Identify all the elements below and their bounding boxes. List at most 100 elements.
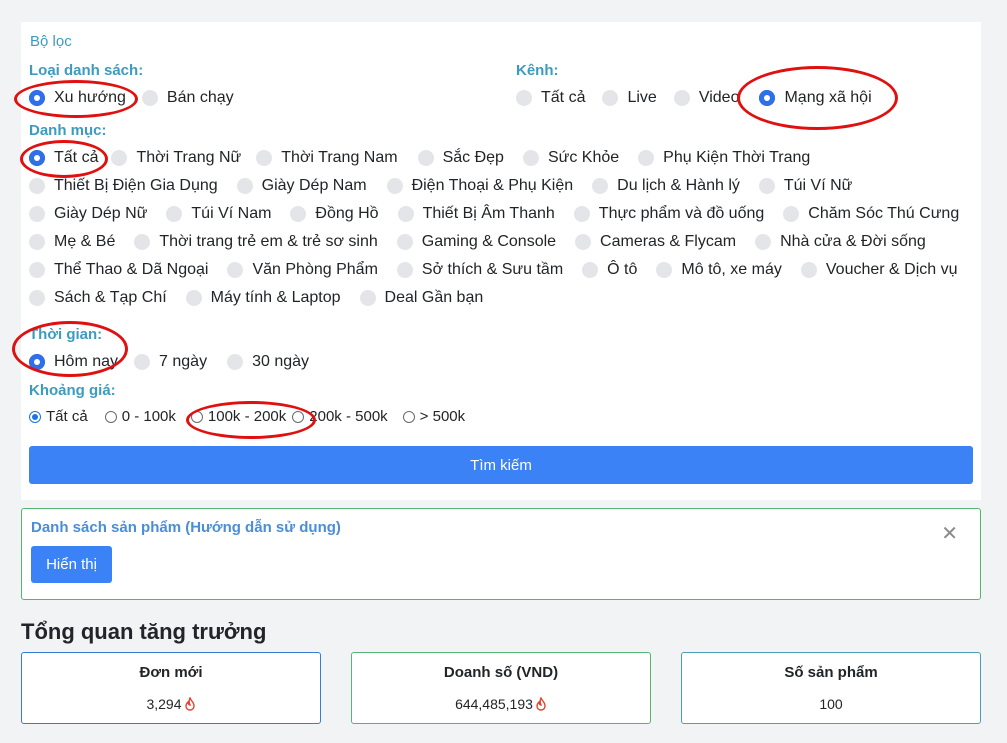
radio-icon [396, 262, 413, 278]
price-100k-200k-radio[interactable]: 100k - 200k [190, 408, 286, 425]
list-type-bestseller-radio[interactable]: Bán chạy [141, 89, 234, 107]
stat-value: 3,294 [146, 696, 182, 712]
radio-label: Voucher & Dịch vụ [825, 261, 958, 278]
category-radio[interactable]: Túi Ví Nữ [758, 177, 853, 195]
stat-value-row: 644,485,193 [352, 696, 650, 712]
channel-all-radio[interactable]: Tất cả [516, 89, 585, 107]
category-radio[interactable]: Deal Gần bạn [359, 289, 483, 307]
category-label: Danh mục: [29, 122, 107, 139]
time-label: Thời gian: [29, 326, 103, 343]
category-radio[interactable]: Du lịch & Hành lý [592, 177, 740, 195]
price-0-100k-radio[interactable]: 0 - 100k [104, 408, 176, 425]
radio-icon [417, 150, 434, 166]
list-type-trending-radio[interactable]: Xu hướng [29, 89, 126, 107]
radio-selected-icon [29, 90, 45, 106]
time-today-radio[interactable]: Hôm nay [29, 353, 118, 371]
radio-icon [402, 410, 415, 423]
channel-live-radio[interactable]: Live [602, 89, 657, 107]
radio-icon [582, 262, 599, 278]
radio-label: Nhà cửa & Đời sống [780, 233, 926, 250]
radio-icon [227, 262, 244, 278]
category-radio[interactable]: Thời trang trẻ em & trẻ sơ sinh [134, 233, 378, 251]
category-radio[interactable]: Sắc Đẹp [417, 149, 504, 167]
category-radio[interactable]: Giày Dép Nữ [29, 205, 147, 223]
radio-label: > 500k [419, 408, 466, 425]
stat-label: Doanh số (VND) [443, 664, 559, 681]
category-radio[interactable]: Máy tính & Laptop [185, 289, 341, 307]
radio-label: Du lịch & Hành lý [617, 177, 740, 194]
category-radio[interactable]: Sức Khỏe [522, 149, 620, 167]
price-over-500k-radio[interactable]: > 500k [402, 408, 466, 425]
category-radio[interactable]: Thể Thao & Dã Ngoại [29, 261, 208, 279]
category-radio[interactable]: Sở thích & Sưu tầm [396, 261, 563, 279]
category-radio[interactable]: Giày Dép Nam [236, 177, 367, 195]
category-radio[interactable]: Ô tô [582, 261, 637, 279]
category-radio[interactable]: Voucher & Dịch vụ [800, 261, 958, 279]
flame-icon [184, 697, 195, 711]
radio-label: Sức Khỏe [547, 149, 620, 166]
radio-label: Túi Ví Nữ [783, 177, 853, 194]
search-button[interactable]: Tìm kiếm [29, 446, 973, 484]
overview-title: Tổng quan tăng trưởng [21, 619, 267, 644]
category-radio[interactable]: Mô tô, xe máy [656, 261, 782, 279]
radio-label: Thể Thao & Dã Ngoại [54, 261, 209, 278]
time-30days-radio[interactable]: 30 ngày [227, 353, 309, 371]
category-row-2: Thiết Bị Điện Gia Dụng Giày Dép Nam Điện… [29, 177, 867, 195]
radio-label: Thời Trang Nam [281, 149, 398, 166]
category-all-radio[interactable]: Tất cả [29, 149, 98, 167]
category-row-1: Tất cả Thời Trang Nữ Thời Trang Nam Sắc … [29, 149, 825, 167]
radio-label: Văn Phòng Phẩm [252, 261, 378, 278]
radio-icon [290, 206, 307, 222]
category-radio[interactable]: Văn Phòng Phẩm [227, 261, 378, 279]
category-radio[interactable]: Điện Thoại & Phụ Kiện [386, 177, 573, 195]
radio-label: Thực phẩm và đồ uống [598, 205, 765, 222]
price-200k-500k-radio[interactable]: 200k - 500k [292, 408, 388, 425]
category-radio[interactable]: Cameras & Flycam [575, 233, 736, 251]
radio-label: Chăm Sóc Thú Cưng [808, 205, 960, 222]
price-group: Tất cả 0 - 100k 100k - 200k 200k - 500k … [29, 408, 482, 425]
category-radio[interactable]: Thời Trang Nam [256, 149, 398, 167]
radio-icon [602, 90, 619, 106]
category-radio[interactable]: Sách & Tạp Chí [29, 289, 167, 307]
radio-selected-icon [759, 90, 776, 106]
category-radio[interactable]: Nhà cửa & Đời sống [755, 233, 926, 251]
category-radio[interactable]: Đồng Hồ [290, 205, 379, 223]
radio-label: Giày Dép Nữ [54, 205, 148, 222]
product-list-title[interactable]: Danh sách sản phẩm (Hướng dẫn sử dụng) [31, 519, 341, 536]
list-type-label: Loại danh sách: [29, 62, 144, 79]
category-radio[interactable]: Gaming & Console [396, 233, 556, 251]
radio-label: Thời trang trẻ em & trẻ sơ sinh [159, 233, 378, 250]
channel-video-radio[interactable]: Video [673, 89, 740, 107]
channel-group: Tất cả Live Video Mạng xã hội [516, 89, 887, 107]
category-radio[interactable]: Phụ Kiện Thời Trang [638, 149, 810, 167]
radio-label: Cameras & Flycam [600, 233, 737, 250]
radio-label: Video [698, 89, 740, 106]
show-button[interactable]: Hiển thị [31, 546, 112, 583]
category-radio[interactable]: Thời Trang Nữ [111, 149, 241, 167]
radio-icon [783, 206, 800, 222]
category-radio[interactable]: Thiết Bị Âm Thanh [397, 205, 555, 223]
radio-icon [134, 234, 151, 250]
radio-icon [29, 234, 45, 250]
radio-icon [386, 178, 403, 194]
category-radio[interactable]: Mẹ & Bé [29, 233, 115, 251]
radio-icon [800, 262, 817, 278]
time-7days-radio[interactable]: 7 ngày [134, 353, 207, 371]
channel-social-radio[interactable]: Mạng xã hội [759, 89, 872, 107]
radio-label: Bán chạy [166, 89, 234, 106]
category-radio[interactable]: Chăm Sóc Thú Cưng [783, 205, 959, 223]
filter-title: Bộ lọc [30, 33, 72, 50]
price-all-radio[interactable]: Tất cả [29, 408, 88, 425]
radio-label: Túi Ví Nam [191, 205, 272, 222]
category-radio[interactable]: Túi Ví Nam [166, 205, 271, 223]
radio-icon [29, 290, 45, 306]
stat-card-product-count: Số sản phẩm 100 [681, 652, 981, 724]
category-radio[interactable]: Thực phẩm và đồ uống [573, 205, 765, 223]
radio-label: 30 ngày [252, 353, 310, 370]
close-icon[interactable]: ✕ [941, 524, 958, 544]
category-row-3: Giày Dép Nữ Túi Ví Nam Đồng Hồ Thiết Bị … [29, 205, 974, 223]
stat-value-row: 100 [682, 696, 980, 712]
category-radio[interactable]: Thiết Bị Điện Gia Dụng [29, 177, 218, 195]
price-label: Khoảng giá: [29, 382, 116, 399]
radio-label: Sắc Đẹp [442, 149, 504, 166]
